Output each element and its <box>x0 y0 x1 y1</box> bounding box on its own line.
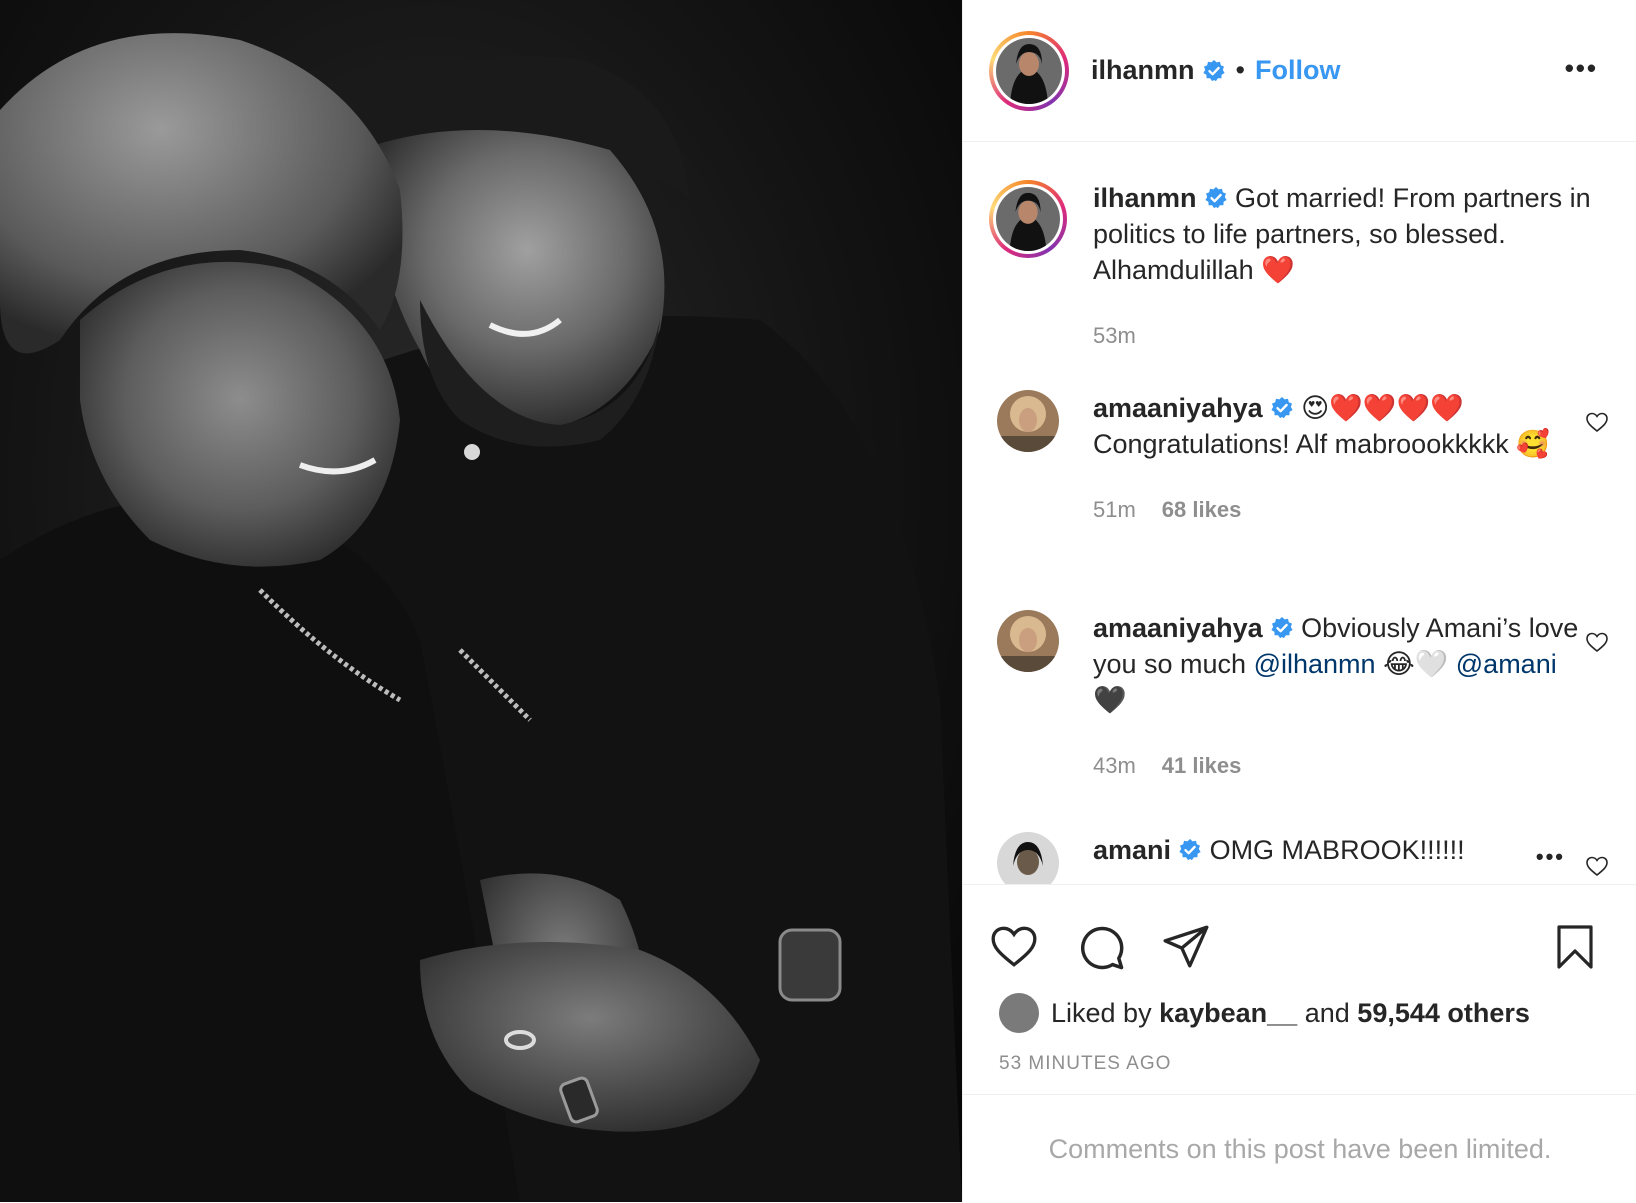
comments-limited-notice: Comments on this post have been limited. <box>963 1094 1636 1203</box>
verified-badge-icon <box>1271 397 1293 419</box>
post-actions-section: Liked by kaybean__ and 59,544 others 53 … <box>963 884 1636 1095</box>
comment-emoji-prefix: 😍❤️❤️❤️❤️ <box>1301 393 1464 423</box>
comment-text: OMG MABROOK!!!!!! <box>1209 835 1465 865</box>
verified-badge-icon <box>1271 617 1293 639</box>
couple-photo-illustration <box>0 33 962 1202</box>
verified-badge-icon <box>1204 187 1227 209</box>
bookmark-icon[interactable] <box>1551 921 1599 973</box>
comment-meta: 51m 68 likes <box>1093 492 1593 528</box>
comment-more-icon[interactable]: ••• <box>1536 844 1565 870</box>
comment-time[interactable]: 43m <box>1093 753 1136 778</box>
caption-avatar-ring[interactable] <box>989 180 1067 258</box>
post-side-panel: ilhanmn • Follow ••• ilhanmn Got married… <box>962 0 1636 1202</box>
liked-by-others[interactable]: 59,544 others <box>1357 998 1530 1029</box>
comment-likes[interactable]: 68 likes <box>1162 497 1242 522</box>
comment-emoji: 🖤 <box>1093 685 1127 715</box>
commenter-avatar[interactable] <box>997 610 1059 672</box>
verified-badge-icon <box>1179 839 1201 861</box>
liked-by-row: Liked by kaybean__ and 59,544 others <box>999 993 1530 1033</box>
post-header: ilhanmn • Follow ••• <box>963 0 1636 142</box>
comment-username[interactable]: amani <box>1093 835 1171 865</box>
author-story-ring[interactable] <box>989 30 1069 111</box>
caption-emoji: ❤️ <box>1261 255 1295 285</box>
more-options-icon[interactable]: ••• <box>1565 55 1598 81</box>
liker-avatar[interactable] <box>999 993 1039 1033</box>
author-username[interactable]: ilhanmn <box>1091 55 1195 86</box>
like-comment-heart-icon[interactable] <box>1585 630 1609 654</box>
comment-item: amaaniyahya Obviously Amani’s love you s… <box>989 610 1609 810</box>
share-icon[interactable] <box>1161 921 1211 971</box>
separator-dot: • <box>1235 55 1245 85</box>
commenter-avatar[interactable] <box>997 832 1059 884</box>
comment-body: amaaniyahya 😍❤️❤️❤️❤️ Congratulations! A… <box>1093 390 1593 528</box>
comment-item: amaaniyahya 😍❤️❤️❤️❤️ Congratulations! A… <box>989 390 1609 590</box>
instagram-post: ilhanmn • Follow ••• ilhanmn Got married… <box>0 0 1636 1202</box>
post-photo[interactable] <box>0 0 962 1202</box>
caption-body: ilhanmn Got married! From partners in po… <box>1093 180 1593 354</box>
like-heart-icon[interactable] <box>989 921 1039 971</box>
comment-likes[interactable]: 41 likes <box>1162 753 1242 778</box>
comment-username[interactable]: amaaniyahya <box>1093 613 1263 643</box>
comment-item: amani OMG MABROOK!!!!!! ••• <box>989 832 1609 884</box>
verified-badge-icon <box>1202 59 1225 81</box>
author-avatar <box>996 37 1062 104</box>
caption-meta: 53m <box>1093 318 1593 354</box>
comment-text: Congratulations! Alf mabroookkkkk <box>1093 429 1509 459</box>
caption-avatar <box>996 187 1060 251</box>
caption-time[interactable]: 53m <box>1093 323 1136 348</box>
comment-body: amaaniyahya Obviously Amani’s love you s… <box>1093 610 1593 784</box>
comment-username[interactable]: amaaniyahya <box>1093 393 1263 423</box>
comment-emoji: 😂🤍 <box>1383 649 1449 679</box>
comment-meta: 43m 41 likes <box>1093 748 1593 784</box>
comment-emoji-suffix: 🥰 <box>1516 429 1550 459</box>
comment-body: amani OMG MABROOK!!!!!! <box>1093 832 1593 868</box>
like-comment-heart-icon[interactable] <box>1585 410 1609 434</box>
follow-button[interactable]: Follow <box>1255 55 1340 86</box>
liked-by-prefix: Liked by <box>1051 997 1152 1028</box>
mention-link[interactable]: @ilhanmn <box>1254 649 1376 679</box>
comment-icon[interactable] <box>1075 921 1127 973</box>
caption-username[interactable]: ilhanmn <box>1093 183 1197 213</box>
mention-link[interactable]: @amani <box>1456 649 1557 679</box>
like-comment-heart-icon[interactable] <box>1585 854 1609 878</box>
liked-by-user[interactable]: kaybean__ <box>1159 998 1297 1029</box>
comment-time[interactable]: 51m <box>1093 497 1136 522</box>
post-timestamp[interactable]: 53 MINUTES AGO <box>999 1053 1171 1075</box>
action-bar <box>989 921 1599 973</box>
comments-list[interactable]: ilhanmn Got married! From partners in po… <box>963 142 1636 884</box>
caption: ilhanmn Got married! From partners in po… <box>989 180 1609 360</box>
commenter-avatar[interactable] <box>997 390 1059 452</box>
liked-by-conj: and <box>1304 997 1350 1028</box>
